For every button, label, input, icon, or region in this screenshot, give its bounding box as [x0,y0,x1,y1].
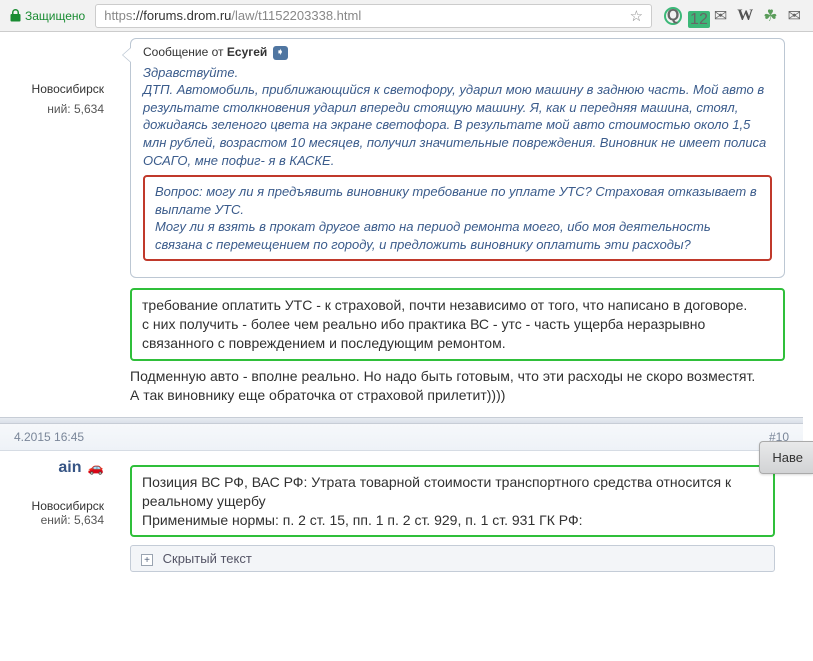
quote-greeting: Здравствуйте. [143,64,772,82]
secure-label: Защищено [25,9,85,23]
lock-icon [10,9,21,22]
reply-button[interactable]: Наве [759,441,813,474]
mail2-icon[interactable]: ✉ [788,6,801,26]
post-header-bar: 4.2015 16:45 #10 [0,424,803,451]
url-scheme: https [104,8,132,23]
user2-post-count: ений: 5,634 [0,513,104,527]
browser-address-bar: Защищено https ://forums.drom.ru /law/t1… [0,0,813,32]
quote-block: Сообщение от Есугей ➧ Здравствуйте. ДТП.… [130,38,785,278]
secure-badge: Защищено [6,9,89,23]
view-post-icon[interactable]: ➧ [273,46,288,60]
car-icon: 🚗 [88,460,104,475]
username-link[interactable]: ain [58,459,81,476]
post-date: 4.2015 16:45 [14,430,84,444]
url-input[interactable]: https ://forums.drom.ru /law/t1152203338… [95,4,652,28]
answer-text: Подменную авто - вполне реально. Но надо… [130,367,785,405]
user-post-count: ний: 5,634 [0,102,104,116]
mail-icon[interactable]: ✉ [714,6,727,26]
expand-icon: + [141,554,153,566]
url-host: ://forums.drom.ru [132,8,231,23]
user2-city: Новосибирск [0,499,104,513]
spoiler-label: Скрытый текст [163,551,252,566]
answer2-highlight-green: Позиция ВС РФ, ВАС РФ: Утрата товарной с… [130,465,775,538]
post2-sidebar: ain 🚗 Новосибирск ений: 5,634 [0,451,110,583]
extension-icon[interactable]: Q12 [664,7,704,25]
url-path: /law/t1152203338.html [231,8,361,23]
quote-header: Сообщение от Есугей ➧ [131,39,784,64]
highlighted-question: Вопрос: могу ли я предъявить виновнику т… [143,175,772,261]
quote-text: ДТП. Автомобиль, приближающийся к светоф… [143,81,772,169]
quote-author: Есугей [227,45,267,59]
wiki-icon[interactable]: W [737,7,753,25]
bookmark-star-icon[interactable]: ☆ [630,7,643,25]
spoiler-toggle[interactable]: + Скрытый текст [130,545,775,572]
toolbar-icons: Q12 ✉ W ☘ ✉ [658,6,807,26]
quote-label: Сообщение от [143,45,227,59]
user-city: Новосибирск [0,82,104,96]
answer-highlight-green: требование оплатить УТС - к страховой, п… [130,288,785,361]
chat-icon[interactable]: ☘ [763,6,777,26]
post-separator [0,417,803,424]
